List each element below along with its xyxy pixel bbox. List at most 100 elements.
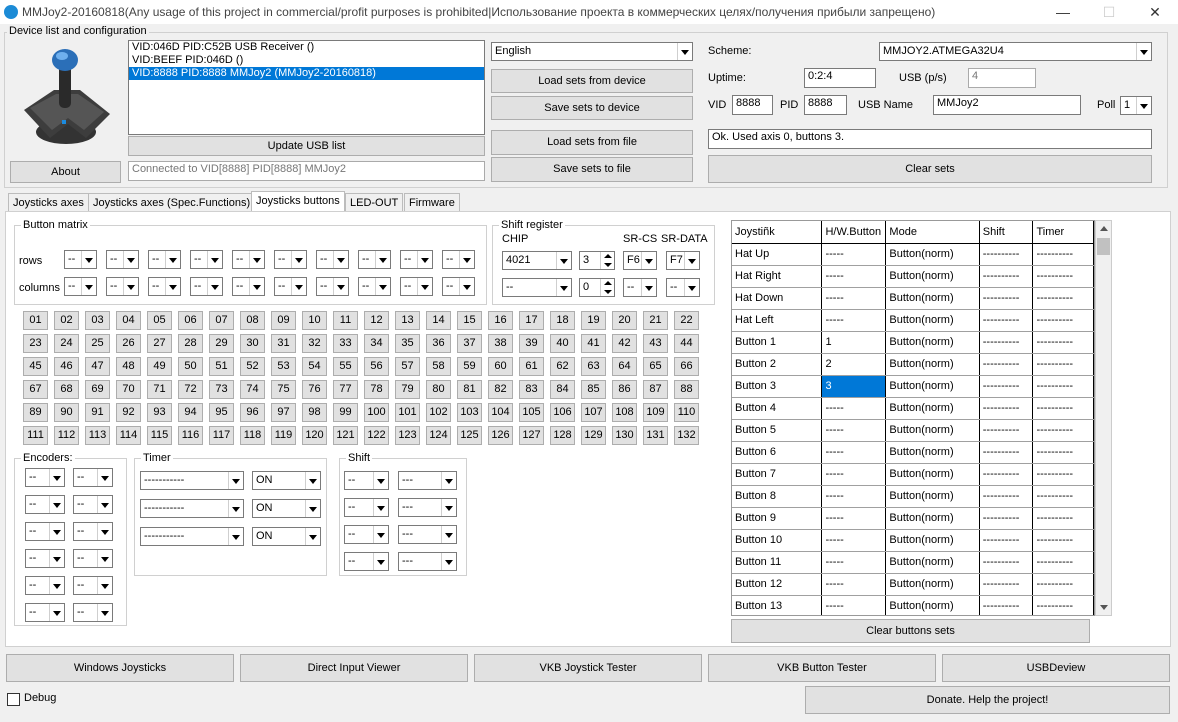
hw-button[interactable]: 117: [209, 426, 234, 445]
hw-button[interactable]: 126: [488, 426, 513, 445]
table-cell[interactable]: Button(norm): [885, 265, 980, 288]
timer-state-select[interactable]: ON: [252, 471, 321, 490]
hw-button[interactable]: 34: [364, 334, 389, 353]
hw-button[interactable]: 24: [54, 334, 79, 353]
vkb-button-tester-button[interactable]: VKB Button Tester: [708, 654, 936, 682]
hw-button[interactable]: 67: [23, 380, 48, 399]
table-cell[interactable]: Button(norm): [885, 507, 980, 530]
hw-button[interactable]: 23: [23, 334, 48, 353]
device-item[interactable]: VID:BEEF PID:046D (): [129, 54, 484, 67]
hw-button[interactable]: 04: [116, 311, 141, 330]
table-row[interactable]: Button 3 3 Button(norm) ---------- ---------…: [732, 375, 1094, 398]
table-cell[interactable]: ----------: [979, 529, 1034, 552]
table-cell[interactable]: ----------: [1032, 375, 1094, 398]
table-cell[interactable]: Button(norm): [885, 375, 980, 398]
matrix-column-select[interactable]: --: [148, 277, 181, 296]
table-cell[interactable]: ----------: [979, 507, 1034, 530]
hw-button[interactable]: 132: [674, 426, 699, 445]
table-cell[interactable]: Button(norm): [885, 551, 980, 574]
hw-button[interactable]: 65: [643, 357, 668, 376]
hw-button[interactable]: 98: [302, 403, 327, 422]
matrix-column-select[interactable]: --: [64, 277, 97, 296]
hw-button[interactable]: 26: [116, 334, 141, 353]
hw-button[interactable]: 120: [302, 426, 327, 445]
table-cell[interactable]: ----------: [979, 353, 1034, 376]
hw-button[interactable]: 35: [395, 334, 420, 353]
spin-arrows-icon[interactable]: [600, 252, 614, 269]
encoder-b-select[interactable]: --: [73, 549, 113, 568]
shift-a-select[interactable]: --: [344, 471, 389, 490]
hw-button[interactable]: 27: [147, 334, 172, 353]
table-row[interactable]: Button 6 ----- Button(norm) ---------- -----…: [732, 441, 1094, 464]
table-cell[interactable]: Button(norm): [885, 419, 980, 442]
encoder-b-select[interactable]: --: [73, 603, 113, 622]
hw-button[interactable]: 99: [333, 403, 358, 422]
hw-button[interactable]: 82: [488, 380, 513, 399]
close-button[interactable]: ✕: [1132, 0, 1178, 24]
chip-spinner[interactable]: 3: [579, 251, 615, 270]
spin-arrows-icon[interactable]: [600, 279, 614, 296]
windows-joysticks-button[interactable]: Windows Joysticks: [6, 654, 234, 682]
tab-led-out[interactable]: LED-OUT: [345, 193, 404, 212]
table-cell[interactable]: Button(norm): [885, 287, 980, 310]
table-cell[interactable]: ----------: [979, 375, 1034, 398]
table-row[interactable]: Button 4 ----- Button(norm) ---------- -----…: [732, 397, 1094, 420]
table-cell[interactable]: ----------: [1032, 463, 1094, 486]
table-cell[interactable]: Button(norm): [885, 353, 980, 376]
table-cell[interactable]: Button(norm): [885, 463, 980, 486]
hw-button[interactable]: 106: [550, 403, 575, 422]
table-row[interactable]: Button 7 ----- Button(norm) ---------- -----…: [732, 463, 1094, 486]
column-header[interactable]: H/W.Button: [821, 221, 887, 244]
hw-button[interactable]: 45: [23, 357, 48, 376]
table-cell[interactable]: ----------: [979, 463, 1034, 486]
hw-button[interactable]: 58: [426, 357, 451, 376]
hw-button[interactable]: 86: [612, 380, 637, 399]
hw-button[interactable]: 94: [178, 403, 203, 422]
matrix-column-select[interactable]: --: [400, 277, 433, 296]
hw-button[interactable]: 130: [612, 426, 637, 445]
table-cell[interactable]: Button(norm): [885, 485, 980, 508]
shift-a-select[interactable]: --: [344, 552, 389, 571]
table-row[interactable]: Button 8 ----- Button(norm) ---------- -----…: [732, 485, 1094, 508]
table-cell[interactable]: 3: [821, 375, 887, 398]
hw-button[interactable]: 70: [116, 380, 141, 399]
table-cell[interactable]: ----------: [1032, 287, 1094, 310]
table-cell[interactable]: 1: [821, 331, 887, 354]
hw-button[interactable]: 92: [116, 403, 141, 422]
hw-button[interactable]: 60: [488, 357, 513, 376]
hw-button[interactable]: 90: [54, 403, 79, 422]
usb-name-input[interactable]: MMJoy2: [933, 95, 1081, 115]
matrix-column-select[interactable]: --: [358, 277, 391, 296]
table-cell[interactable]: ----------: [1032, 551, 1094, 574]
hw-button[interactable]: 37: [457, 334, 482, 353]
table-row[interactable]: Button 12 ----- Button(norm) ---------- ----…: [732, 573, 1094, 596]
debug-checkbox[interactable]: [7, 693, 20, 706]
hw-button[interactable]: 95: [209, 403, 234, 422]
hw-button[interactable]: 110: [674, 403, 699, 422]
hw-button[interactable]: 121: [333, 426, 358, 445]
hw-button[interactable]: 124: [426, 426, 451, 445]
hw-button[interactable]: 42: [612, 334, 637, 353]
hw-button[interactable]: 33: [333, 334, 358, 353]
donate-button[interactable]: Donate. Help the project!: [805, 686, 1170, 714]
minimize-button[interactable]: —: [1040, 0, 1086, 24]
scroll-up-icon[interactable]: [1100, 226, 1108, 231]
table-row[interactable]: Button 13 ----- Button(norm) ---------- ----…: [732, 595, 1094, 615]
hw-button[interactable]: 21: [643, 311, 668, 330]
column-header[interactable]: Shift: [979, 221, 1034, 244]
hw-button[interactable]: 39: [519, 334, 544, 353]
sr-cs-select[interactable]: F6: [623, 251, 657, 270]
load-from-device-button[interactable]: Load sets from device: [491, 69, 693, 93]
hw-button[interactable]: 93: [147, 403, 172, 422]
hw-button[interactable]: 46: [54, 357, 79, 376]
shift-b-select[interactable]: ---: [398, 471, 457, 490]
table-cell[interactable]: Button(norm): [885, 441, 980, 464]
table-cell[interactable]: -----: [821, 595, 887, 615]
hw-button[interactable]: 125: [457, 426, 482, 445]
sr-data-select[interactable]: F7: [666, 251, 700, 270]
hw-button[interactable]: 31: [271, 334, 296, 353]
shift-a-select[interactable]: --: [344, 525, 389, 544]
hw-button[interactable]: 63: [581, 357, 606, 376]
chip2-select[interactable]: --: [502, 278, 572, 297]
hw-button[interactable]: 73: [209, 380, 234, 399]
